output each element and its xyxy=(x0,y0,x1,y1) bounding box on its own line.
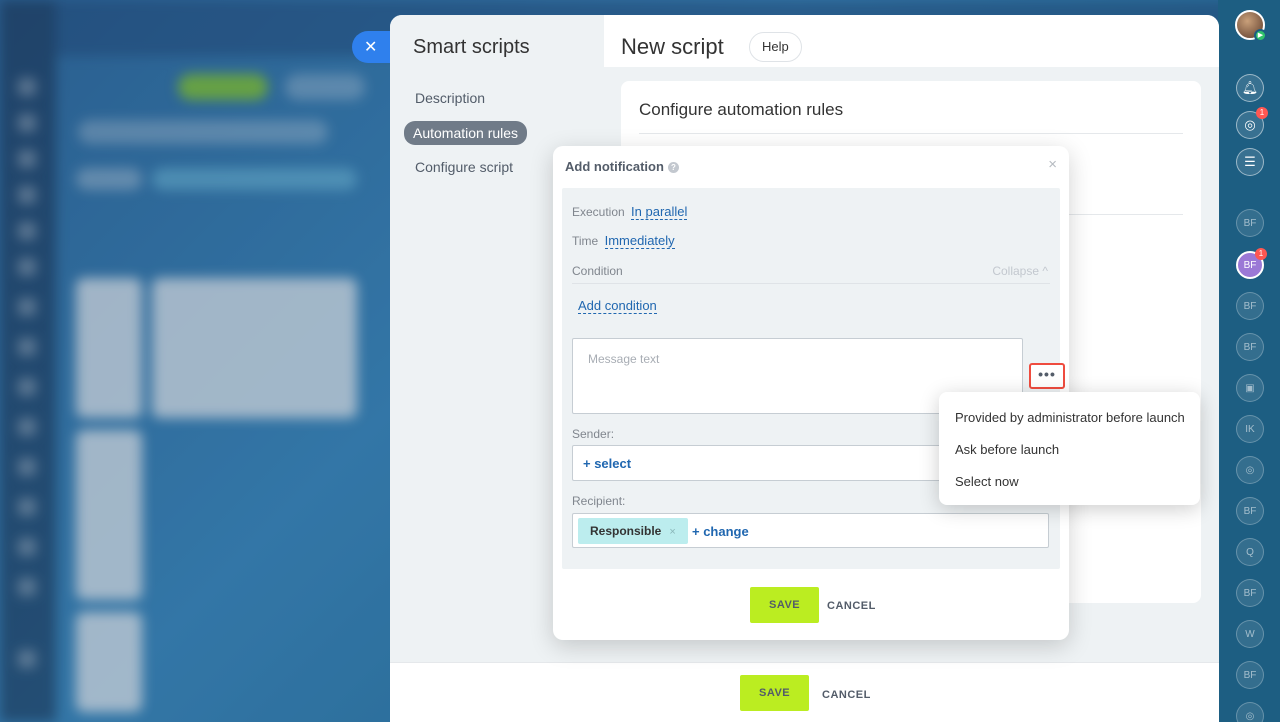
spiral-icon[interactable]: ◎ xyxy=(1236,702,1264,722)
right-rail: ▶ 🔔︎ ◎ 1 ☰ BF BF 1 BF BF ▣ IK ◎ BF Q BF … xyxy=(1218,0,1280,722)
close-icon: ✕ xyxy=(364,39,378,56)
rail-contact[interactable]: BF xyxy=(1236,661,1264,689)
rail-contact[interactable]: W xyxy=(1236,620,1264,648)
rail-contact[interactable]: BF xyxy=(1236,333,1264,361)
time-link[interactable]: Immediately xyxy=(604,233,675,249)
add-condition-link[interactable]: Add condition xyxy=(578,298,657,314)
help-button[interactable]: Help xyxy=(749,32,802,62)
recipient-tag: Responsible × xyxy=(578,518,688,544)
rail-contact[interactable]: BF xyxy=(1236,292,1264,320)
condition-label: Condition xyxy=(572,264,623,278)
recipient-change-link[interactable]: + change xyxy=(692,524,749,539)
rail-contact[interactable]: IK xyxy=(1236,415,1264,443)
rail-contact[interactable]: BF xyxy=(1236,579,1264,607)
notification-badge: 1 xyxy=(1256,107,1268,119)
help-icon[interactable]: ? xyxy=(667,162,679,173)
execution-row: Execution In parallel xyxy=(572,204,688,220)
rail-contact-active[interactable]: BF 1 xyxy=(1236,248,1267,279)
slider-header: New script Help xyxy=(604,15,1219,67)
cancel-button[interactable]: CANCEL xyxy=(822,689,871,701)
recipient-label: Recipient: xyxy=(572,494,626,508)
rail-contact[interactable]: Q xyxy=(1236,538,1264,566)
menu-item-ask-before-launch[interactable]: Ask before launch xyxy=(955,442,1059,457)
recipient-field[interactable]: Responsible × + change xyxy=(572,513,1049,548)
message-placeholder: Message text xyxy=(588,352,660,366)
sender-label: Sender: xyxy=(572,427,615,441)
bell-icon[interactable]: 🔔︎ xyxy=(1236,74,1264,102)
nav-item-description[interactable]: Description xyxy=(415,90,485,106)
menu-item-select-now[interactable]: Select now xyxy=(955,474,1019,489)
user-avatar[interactable]: ▶ xyxy=(1235,10,1267,42)
dialog-save-button[interactable]: SAVE xyxy=(750,587,820,623)
online-status-icon: ▶ xyxy=(1254,29,1267,42)
collapse-toggle[interactable]: Collapse ^ xyxy=(992,264,1048,278)
save-button[interactable]: SAVE xyxy=(740,675,810,711)
nav-item-configure-script[interactable]: Configure script xyxy=(415,159,513,175)
menu-item-provided-by-admin[interactable]: Provided by administrator before launch xyxy=(955,410,1185,425)
slider-title: Smart scripts xyxy=(413,36,530,58)
divider xyxy=(572,283,1050,284)
chat-icon[interactable]: ☰ xyxy=(1236,148,1264,176)
nav-item-automation-rules[interactable]: Automation rules xyxy=(404,121,528,145)
dialog-body: Execution In parallel Time Immediately C… xyxy=(562,188,1065,569)
contact-card-icon[interactable]: ▣ xyxy=(1236,374,1264,402)
card-title: Configure automation rules xyxy=(639,100,844,119)
slider-footer: SAVE CANCEL xyxy=(390,662,1219,722)
sender-select-link[interactable]: + select xyxy=(583,456,631,471)
remove-tag-icon[interactable]: × xyxy=(669,526,675,538)
page-title: New script xyxy=(621,34,724,59)
value-source-menu: Provided by administrator before launch … xyxy=(939,392,1200,505)
rail-contact[interactable]: BF xyxy=(1236,209,1264,237)
rail-contact[interactable]: BF xyxy=(1236,497,1264,525)
more-options-button[interactable]: ••• xyxy=(1029,363,1065,389)
dialog-title: Add notification? xyxy=(565,159,679,174)
close-icon[interactable]: × xyxy=(1048,156,1057,173)
spiral-icon[interactable]: ◎ xyxy=(1236,456,1264,484)
dialog-cancel-button[interactable]: CANCEL xyxy=(827,600,876,612)
divider xyxy=(639,133,1183,134)
notification-badge: 1 xyxy=(1255,248,1267,260)
time-row: Time Immediately xyxy=(572,233,675,249)
target-icon[interactable]: ◎ 1 xyxy=(1236,107,1268,139)
execution-mode-link[interactable]: In parallel xyxy=(631,204,688,220)
